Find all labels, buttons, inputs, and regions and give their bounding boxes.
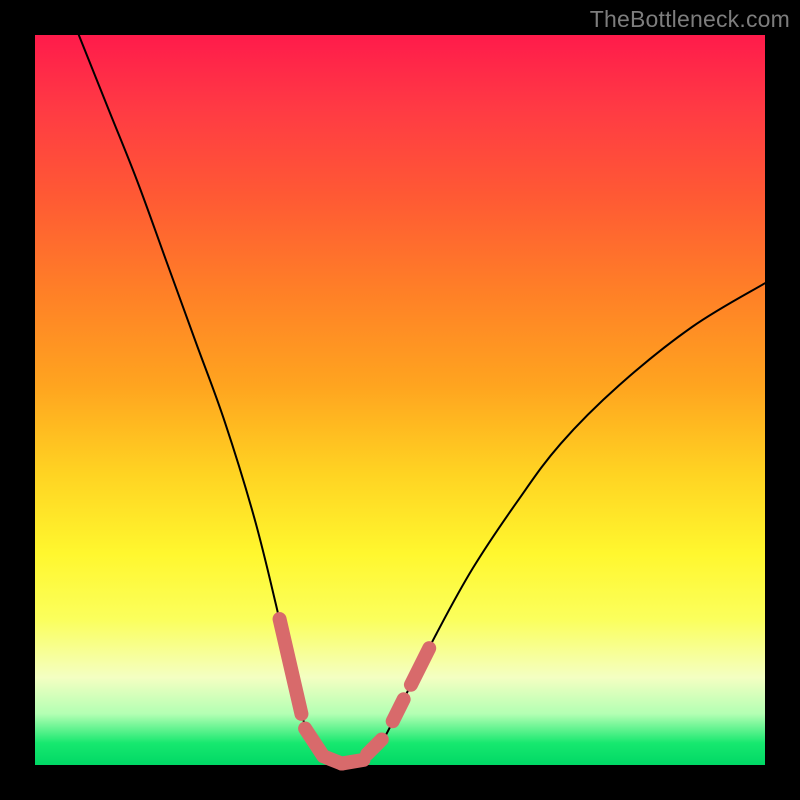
curve-overlay: [35, 35, 765, 765]
highlight-segment: [342, 760, 364, 764]
highlight-segment: [393, 699, 404, 721]
highlight-segment: [367, 739, 382, 754]
watermark-text: TheBottleneck.com: [590, 6, 790, 33]
highlight-segment: [411, 648, 429, 685]
highlight-segment: [305, 729, 323, 757]
highlight-segment: [280, 619, 302, 714]
plot-area: [35, 35, 765, 765]
chart-frame: TheBottleneck.com: [0, 0, 800, 800]
